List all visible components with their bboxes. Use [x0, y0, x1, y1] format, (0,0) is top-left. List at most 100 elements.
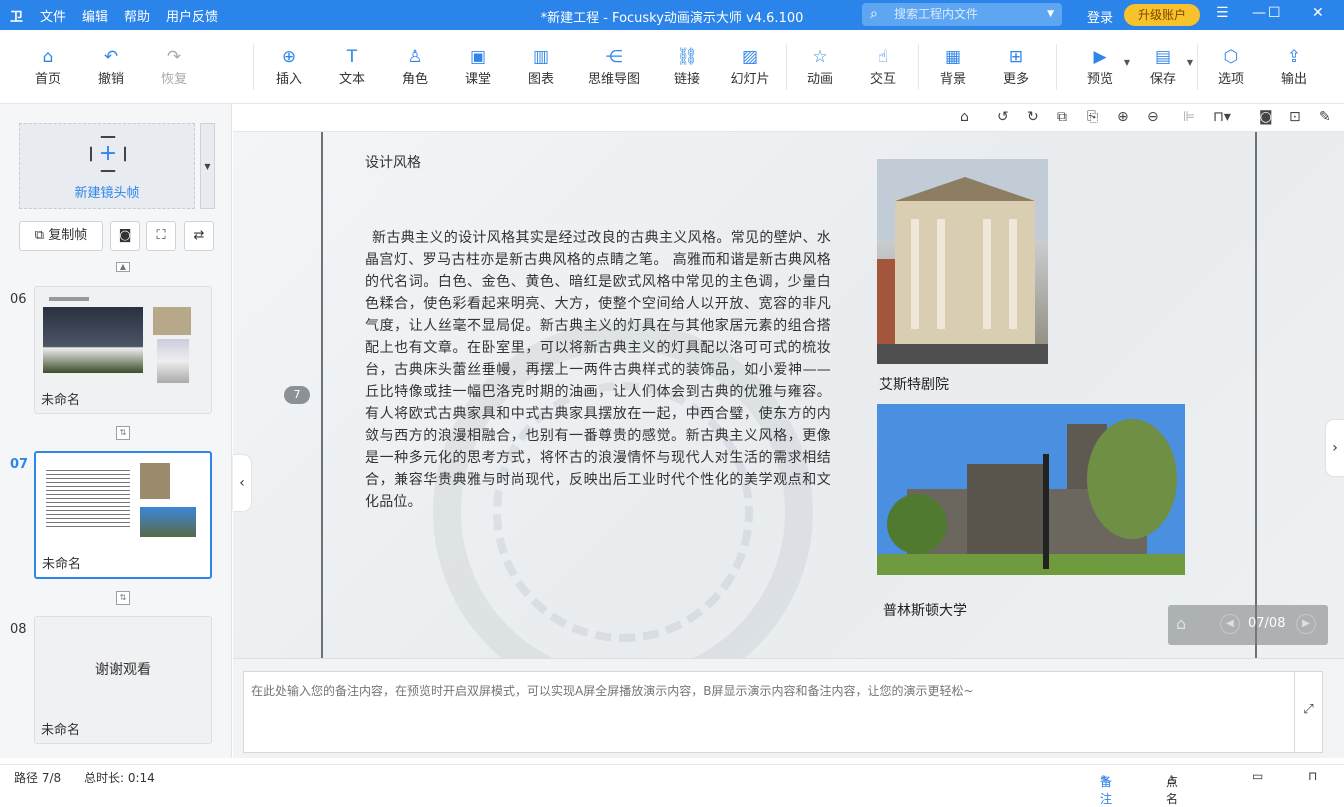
- snapshot-icon[interactable]: ⊡: [1289, 109, 1301, 125]
- export-button[interactable]: ⇪ 输出: [1266, 46, 1322, 87]
- new-frame-label: 新建镜头帧: [74, 186, 140, 201]
- background-button[interactable]: ▦ 背景: [925, 46, 981, 87]
- toolbar-divider: [786, 44, 787, 90]
- next-icon[interactable]: ▶: [1296, 614, 1316, 634]
- chevron-down-icon[interactable]: ▼: [1047, 3, 1054, 26]
- options-label: 选项: [1217, 72, 1244, 87]
- photo-caption[interactable]: 艾斯特剧院: [879, 374, 949, 394]
- slide-body-text[interactable]: 新古典主义的设计风格其实是经过改良的古典主义风格。常见的壁炉、水晶宫灯、罗马古柱…: [365, 227, 831, 513]
- transition-icon[interactable]: ⇅: [116, 591, 130, 605]
- transition-icon[interactable]: ⇅: [116, 426, 130, 440]
- align-icon[interactable]: ⊫: [1183, 109, 1195, 125]
- frame-border-left: [321, 132, 323, 658]
- insert-button[interactable]: ⊕ 插入: [261, 46, 317, 87]
- copy-icon[interactable]: ⧉: [1057, 109, 1067, 125]
- options-button[interactable]: ⬡ 选项: [1203, 46, 1259, 87]
- new-frame-dropdown[interactable]: ▼: [200, 123, 215, 209]
- swap-button[interactable]: ⇄: [184, 221, 214, 251]
- home-icon[interactable]: ⌂: [960, 109, 969, 125]
- rotate-right-icon[interactable]: ↻: [1027, 109, 1039, 125]
- rotate-left-icon[interactable]: ↺: [997, 109, 1009, 125]
- screen-icon[interactable]: ▭: [1252, 769, 1263, 783]
- search-input[interactable]: ⌕ 搜索工程内文件 ▼: [862, 3, 1062, 26]
- transition-icon[interactable]: ▲: [116, 262, 130, 272]
- fit-frame-button[interactable]: ⛶: [146, 221, 176, 251]
- thumb-image: [153, 307, 191, 335]
- title-bar: 卫 文件 编辑 帮助 用户反馈 *新建工程 - Focusky动画演示大师 v4…: [0, 0, 1344, 30]
- save-button[interactable]: ▤ 保存 ▼: [1135, 46, 1193, 87]
- toolbar-divider: [1056, 44, 1057, 90]
- frame-border-right: [1255, 132, 1257, 658]
- link-button[interactable]: ⛓ 链接: [659, 46, 715, 87]
- maximize-icon[interactable]: ☐: [1268, 5, 1281, 21]
- frame-name[interactable]: 未命名: [42, 553, 81, 572]
- close-icon[interactable]: ✕: [1312, 5, 1324, 21]
- chevron-down-icon[interactable]: ▼: [1124, 58, 1130, 67]
- notes-input[interactable]: [243, 671, 1295, 753]
- role-label: 角色: [401, 72, 428, 87]
- photo-caption[interactable]: 普林斯顿大学: [883, 600, 967, 620]
- interact-button[interactable]: ☝ 交互: [855, 46, 911, 87]
- home-button[interactable]: ⌂ 首页: [20, 46, 76, 87]
- edit-icon[interactable]: ✎: [1319, 109, 1331, 125]
- camera-icon[interactable]: ◙: [1259, 109, 1273, 125]
- zoom-in-icon[interactable]: ⊕: [1117, 109, 1129, 125]
- slide-heading[interactable]: 设计风格: [365, 152, 421, 172]
- role-button[interactable]: ♙ 角色: [387, 46, 443, 87]
- copy-frame-label: 复制帧: [48, 228, 88, 243]
- princeton-photo[interactable]: [877, 404, 1185, 575]
- slide-button[interactable]: ▨ 幻灯片: [722, 46, 778, 87]
- estates-theatre-photo[interactable]: [877, 159, 1048, 364]
- thumb-title: [49, 297, 89, 301]
- upgrade-button[interactable]: 升级账户: [1124, 4, 1200, 26]
- chevron-down-icon[interactable]: ▼: [1187, 58, 1193, 67]
- frame-thumbnail-08[interactable]: 谢谢观看 未命名: [34, 616, 212, 744]
- mindmap-button[interactable]: ⋲ 思维导图: [585, 46, 643, 87]
- frame-thumbnail-06[interactable]: 未命名: [34, 286, 212, 414]
- lock-icon[interactable]: ⊓▾: [1213, 109, 1231, 125]
- collapse-right-button[interactable]: ›: [1326, 420, 1344, 476]
- lock-icon[interactable]: ⊓: [1308, 769, 1317, 783]
- slide-canvas[interactable]: 7 设计风格 新古典主义的设计风格其实是经过改良的古典主义风格。常见的壁炉、水晶…: [233, 132, 1344, 658]
- menu-icon[interactable]: ☰: [1216, 5, 1229, 21]
- frame-number: 07: [10, 457, 29, 472]
- paste-icon[interactable]: ⎘: [1087, 109, 1098, 125]
- menu-feedback[interactable]: 用户反馈: [166, 6, 218, 25]
- frame-thumbnail-07[interactable]: 未命名: [34, 451, 212, 579]
- link-label: 链接: [673, 72, 700, 87]
- thumb-text: 谢谢观看: [95, 662, 151, 678]
- minimize-icon[interactable]: —: [1252, 5, 1266, 21]
- notes-label: 备注: [1100, 775, 1113, 806]
- background-icon: ▦: [944, 47, 962, 67]
- collapse-left-button[interactable]: ‹: [233, 455, 251, 511]
- camera-button[interactable]: ◙: [110, 221, 140, 251]
- classroom-button[interactable]: ▣ 课堂: [450, 46, 506, 87]
- text-button[interactable]: T 文本: [324, 46, 380, 87]
- thumb-image: [157, 339, 189, 383]
- export-icon: ⇪: [1286, 47, 1302, 67]
- home-icon[interactable]: ⌂: [1176, 614, 1186, 633]
- zoom-out-icon[interactable]: ⊖: [1147, 109, 1159, 125]
- frame-name[interactable]: 未命名: [41, 719, 80, 738]
- frame-name[interactable]: 未命名: [41, 389, 80, 408]
- frame-number-badge[interactable]: 7: [284, 386, 310, 404]
- copy-icon: ⧉: [34, 228, 49, 243]
- new-frame-button[interactable]: + 新建镜头帧: [19, 123, 195, 209]
- copy-frame-button[interactable]: ⧉ 复制帧: [19, 221, 103, 251]
- login-button[interactable]: 登录: [1087, 7, 1113, 26]
- thumb-image: [43, 307, 143, 373]
- search-placeholder: 搜索工程内文件: [894, 7, 979, 21]
- expand-notes-button[interactable]: ⤢: [1295, 671, 1323, 753]
- preview-button[interactable]: ▶ 预览 ▼: [1072, 46, 1130, 87]
- undo-button[interactable]: ↶ 撤销: [83, 46, 139, 87]
- redo-icon: ↷: [166, 47, 182, 67]
- chart-button[interactable]: ▥ 图表: [513, 46, 569, 87]
- building-illustration: [877, 159, 1048, 364]
- prev-icon[interactable]: ◀: [1220, 614, 1240, 634]
- menu-file[interactable]: 文件: [40, 6, 66, 25]
- redo-button[interactable]: ↷ 恢复: [146, 46, 202, 87]
- more-button[interactable]: ⊞ 更多: [988, 46, 1044, 87]
- menu-help[interactable]: 帮助: [124, 6, 150, 25]
- animation-button[interactable]: ☆ 动画: [792, 46, 848, 87]
- menu-edit[interactable]: 编辑: [82, 6, 108, 25]
